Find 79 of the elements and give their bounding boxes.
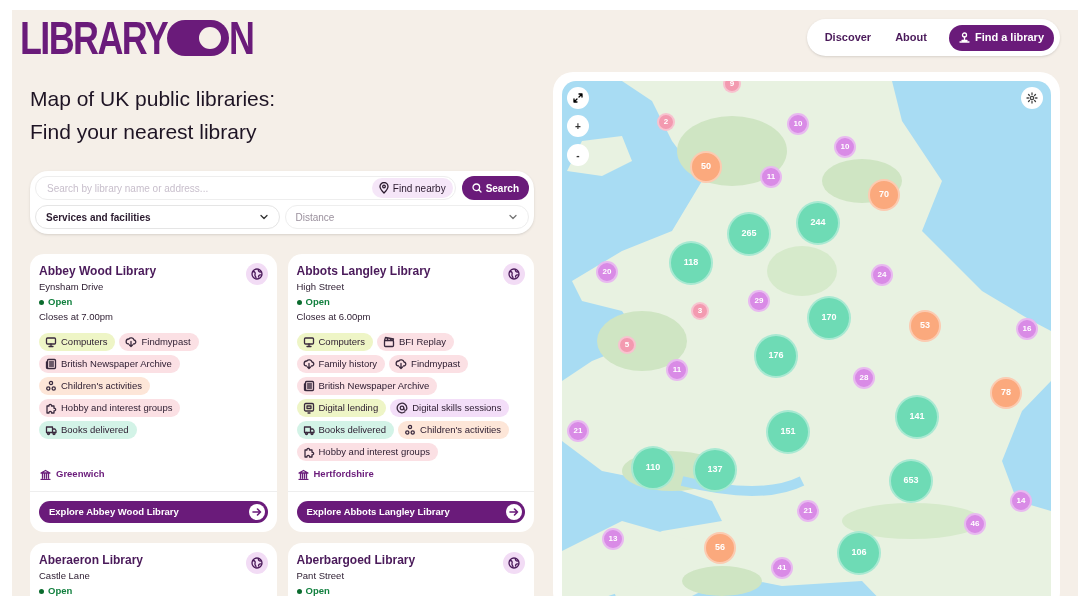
globe-icon: [508, 557, 520, 569]
service-tag: BFI Replay: [376, 333, 454, 351]
service-tag: Books delivered: [39, 421, 137, 439]
closing-time: Closes at 7.00pm: [39, 310, 114, 324]
search-button[interactable]: Search: [461, 176, 529, 200]
globe-icon: [250, 268, 263, 280]
chevron-down-icon: [258, 212, 269, 222]
library-street: Castle Lane: [39, 569, 91, 583]
people-icon: [45, 380, 57, 392]
service-tag: Hobby and interest groups: [296, 443, 438, 461]
cloud-download-icon: [125, 336, 138, 348]
newspaper-icon: [302, 380, 315, 392]
puzzle-icon: [302, 446, 315, 458]
service-tag: Family history: [296, 355, 386, 373]
library-street: High Street: [296, 280, 346, 294]
service-tag: Computers: [296, 333, 373, 351]
page-heading: Find your nearest library: [30, 119, 258, 145]
status-text: Open: [48, 295, 73, 309]
puzzle-icon: [45, 402, 57, 414]
service-tag: Books delivered: [296, 421, 395, 439]
library-name: Abbey Wood Library: [39, 263, 157, 279]
nav-link[interactable]: About: [883, 29, 939, 46]
at-sign-icon: [396, 402, 409, 414]
location-pin-icon: [378, 182, 389, 194]
cloud-download-icon: [395, 358, 408, 370]
status-text: Open: [48, 584, 73, 596]
globe-icon: [508, 268, 520, 280]
globe-button[interactable]: [503, 552, 525, 574]
service-tag: Hobby and interest groups: [39, 399, 181, 417]
arrow-circle-icon: [505, 503, 523, 521]
explore-library-button[interactable]: Explore Abbots Langley Library: [296, 501, 525, 523]
find-library-button[interactable]: Find a library: [948, 24, 1054, 51]
van-icon: [302, 424, 315, 436]
bank-building-icon: [297, 468, 309, 480]
explore-library-button[interactable]: Explore Abbey Wood Library: [39, 501, 268, 523]
library-street: Eynsham Drive: [39, 280, 105, 294]
people-icon: [404, 424, 417, 436]
authority-link[interactable]: Greenwich: [56, 466, 105, 482]
tablet-icon: [302, 402, 315, 414]
settings-icon: [1026, 92, 1038, 104]
nav-link[interactable]: Discover: [812, 29, 884, 46]
arrow-circle-icon: [247, 503, 266, 521]
service-tag: Findmypast: [119, 333, 199, 351]
expand-icon: [573, 93, 583, 103]
globe-button[interactable]: [245, 263, 268, 285]
status-text: Open: [305, 295, 330, 309]
logo-text: N: [228, 15, 254, 61]
service-tag: Computers: [39, 333, 116, 351]
monitor-icon: [45, 336, 57, 348]
service-tag: British Newspaper Archive: [296, 377, 438, 395]
service-tag: Digital skills sessions: [390, 399, 510, 417]
service-tag: Digital lending: [296, 399, 387, 417]
toggle-logo-icon: [166, 20, 229, 56]
service-tag: British Newspaper Archive: [39, 355, 180, 373]
find-nearby-button[interactable]: Find nearby: [371, 178, 453, 198]
logo-text: LIBRARY: [20, 15, 168, 61]
search-icon: [471, 183, 482, 193]
monitor-icon: [302, 336, 315, 348]
library-name: Aberbargoed Library: [296, 552, 416, 568]
bank-building-icon: [40, 468, 51, 480]
cloud-download-icon: [302, 358, 315, 370]
closing-time: Closes at 6.00pm: [296, 310, 372, 324]
clapperboard-icon: [382, 336, 395, 348]
page-heading: Map of UK public libraries:: [30, 86, 277, 112]
globe-button[interactable]: [503, 263, 525, 285]
service-tag: Children's activities: [398, 421, 510, 439]
status-text: Open: [305, 584, 330, 596]
library-name: Aberaeron Library: [39, 552, 144, 568]
chevron-down-icon: [508, 212, 518, 222]
globe-icon: [250, 557, 263, 569]
service-tag: Children's activities: [39, 377, 150, 395]
globe-button[interactable]: [245, 552, 268, 574]
library-street: Pant Street: [296, 569, 346, 583]
person-pin-icon: [958, 32, 970, 43]
authority-link[interactable]: Hertfordshire: [313, 466, 374, 482]
library-name: Abbots Langley Library: [296, 263, 431, 279]
newspaper-icon: [45, 358, 57, 370]
van-icon: [45, 424, 57, 436]
service-tag: Findmypast: [389, 355, 469, 373]
